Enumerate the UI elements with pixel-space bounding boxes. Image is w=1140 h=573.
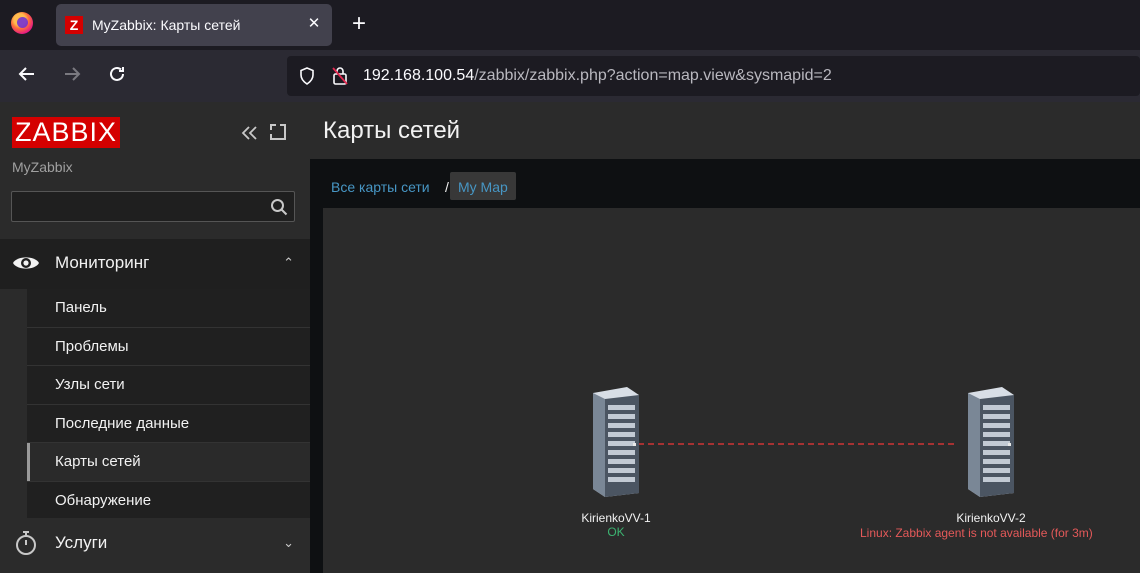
collapse-sidebar-icon[interactable]: [238, 122, 260, 144]
server-name: MyZabbix: [12, 159, 73, 175]
url-bar[interactable]: 192.168.100.54/zabbix/zabbix.php?action=…: [287, 56, 1140, 96]
shield-icon[interactable]: [299, 67, 315, 85]
chevron-down-icon: ⌄: [283, 535, 294, 550]
browser-tab-bar: Z MyZabbix: Карты сетей ✕ +: [0, 0, 1140, 50]
reload-icon[interactable]: [105, 64, 129, 88]
main-content: Карты сетей Все карты сети / My Map Kiri…: [310, 102, 1140, 573]
search-icon[interactable]: [270, 198, 288, 216]
sidebar-item-dashboard[interactable]: Панель: [27, 289, 310, 328]
eye-icon: [13, 257, 39, 269]
menu-section-label: Услуги: [55, 533, 108, 552]
sidebar-item-problems[interactable]: Проблемы: [27, 327, 310, 367]
kiosk-mode-icon[interactable]: [270, 124, 286, 140]
host-status: OK: [607, 525, 625, 539]
menu-section-label: Мониторинг: [55, 253, 150, 272]
sidebar-item-latest-data[interactable]: Последние данные: [27, 404, 310, 444]
menu-section-monitoring[interactable]: Мониторинг ⌃: [0, 239, 310, 289]
server-icon: [593, 387, 639, 497]
sidebar: ZABBIX MyZabbix Мониторинг ⌃ Панель Проб…: [0, 102, 310, 573]
back-arrow-icon[interactable]: [15, 64, 39, 88]
host-problem-status: Linux: Zabbix agent is not available (fo…: [860, 526, 1093, 540]
map-host-2[interactable]: KirienkoVV-2: [916, 385, 1066, 525]
sidebar-item-maps[interactable]: Карты сетей: [27, 443, 310, 482]
page-header: Карты сетей: [310, 102, 1140, 159]
sidebar-item-discovery[interactable]: Обнаружение: [27, 481, 310, 521]
menu-section-services[interactable]: Услуги ⌄: [0, 518, 310, 568]
stopwatch-icon: [16, 531, 36, 555]
breadcrumb-current-map[interactable]: My Map: [450, 172, 516, 200]
url-text[interactable]: 192.168.100.54/zabbix/zabbix.php?action=…: [363, 67, 832, 85]
insecure-lock-icon[interactable]: [331, 66, 349, 86]
zabbix-logo[interactable]: ZABBIX: [12, 117, 121, 148]
chevron-up-icon: ⌃: [283, 255, 294, 270]
url-host: 192.168.100.54: [363, 67, 475, 84]
zabbix-favicon-icon: Z: [65, 16, 83, 34]
page-title: Карты сетей: [323, 117, 461, 144]
new-tab-icon[interactable]: +: [346, 11, 372, 37]
browser-tab[interactable]: Z MyZabbix: Карты сетей ✕: [56, 4, 332, 46]
breadcrumb-all-maps[interactable]: Все карты сети: [331, 179, 430, 195]
server-icon: [968, 387, 1014, 497]
network-map: KirienkoVV-1 OK KirienkoVV-2 Linux: Zabb…: [323, 208, 1140, 573]
host-name: KirienkoVV-1: [581, 511, 651, 525]
firefox-icon[interactable]: [11, 12, 33, 34]
host-name: KirienkoVV-2: [956, 511, 1026, 525]
tab-title: MyZabbix: Карты сетей: [92, 17, 241, 33]
sidebar-item-hosts[interactable]: Узлы сети: [27, 366, 310, 405]
breadcrumb-separator: /: [445, 179, 449, 195]
url-path: /zabbix/zabbix.php?action=map.view&sysma…: [474, 67, 832, 84]
search-box: [11, 191, 295, 222]
map-host-1[interactable]: KirienkoVV-1 OK: [541, 385, 691, 539]
browser-nav-bar: 192.168.100.54/zabbix/zabbix.php?action=…: [0, 50, 1140, 102]
monitoring-submenu: Панель Проблемы Узлы сети Последние данн…: [27, 289, 310, 521]
forward-arrow-icon[interactable]: [60, 64, 84, 88]
close-tab-icon[interactable]: ✕: [304, 14, 324, 34]
search-input[interactable]: [12, 192, 262, 221]
